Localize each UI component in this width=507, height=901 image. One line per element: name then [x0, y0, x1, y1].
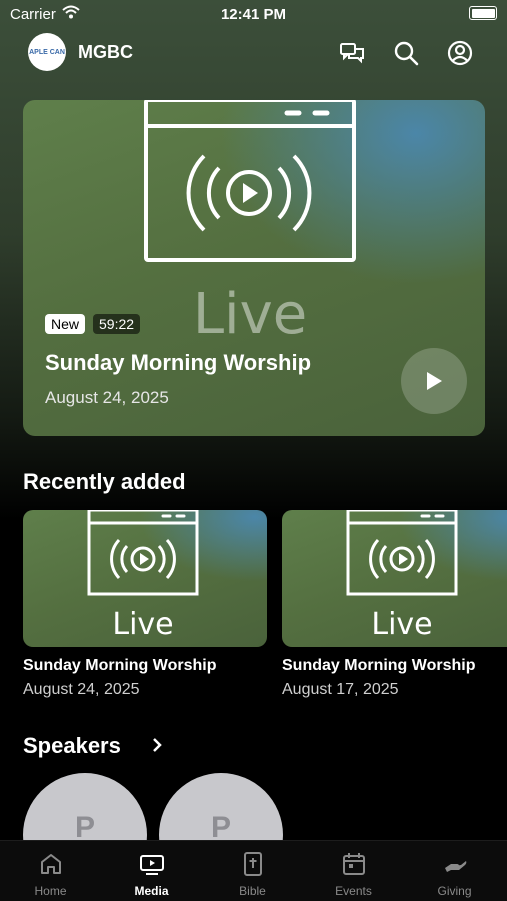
- media-date: August 17, 2025: [282, 681, 399, 698]
- tab-label: Home: [34, 884, 67, 898]
- recently-added-heading: Recently added: [23, 469, 186, 494]
- church-logo[interactable]: APLE CAN: [28, 33, 66, 71]
- media-card[interactable]: Live Sunday Morning Worship August 24, 2…: [23, 510, 267, 699]
- duration-badge: 59:22: [93, 314, 141, 334]
- tab-label: Media: [134, 884, 169, 898]
- play-icon: [427, 372, 442, 390]
- tab-bible[interactable]: Bible: [202, 841, 303, 901]
- thumbnail-live-text: Live: [193, 282, 307, 347]
- media-thumbnail: Live: [23, 510, 267, 647]
- media-date: August 24, 2025: [23, 681, 140, 698]
- media-thumbnail: Live: [282, 510, 507, 647]
- tab-label: Events: [335, 884, 372, 898]
- giving-hand-icon: [445, 861, 467, 872]
- thumbnail-live-text: Live: [112, 607, 173, 642]
- tab-home[interactable]: Home: [0, 841, 101, 901]
- tab-label: Bible: [239, 884, 266, 898]
- home-icon: [41, 854, 61, 874]
- tab-giving[interactable]: Giving: [404, 841, 505, 901]
- media-card[interactable]: Live Sunday Morning Worship August 17, 2…: [282, 510, 507, 699]
- search-icon[interactable]: [392, 39, 420, 67]
- badge-row: New 59:22: [45, 314, 141, 334]
- live-stream-thumbnail: Live: [87, 510, 199, 642]
- clock: 12:41 PM: [220, 6, 287, 23]
- bible-icon: [244, 852, 262, 876]
- tab-label: Giving: [437, 884, 472, 898]
- tab-bar: Home Media Bible Events Giving: [0, 840, 507, 901]
- tab-events[interactable]: Events: [303, 841, 404, 901]
- media-title: Sunday Morning Worship: [282, 657, 476, 674]
- play-button[interactable]: [401, 348, 467, 414]
- tv-play-icon: [140, 855, 164, 875]
- logo-text: APLE CAN: [29, 48, 65, 56]
- status-bar: Carrier 12:41 PM: [0, 0, 507, 28]
- live-stream-thumbnail: Live: [346, 510, 458, 642]
- tab-media[interactable]: Media: [101, 841, 202, 901]
- speakers-heading[interactable]: Speakers: [23, 733, 121, 759]
- chevron-right-icon[interactable]: [150, 736, 164, 754]
- battery-icon: [469, 6, 497, 20]
- featured-title: Sunday Morning Worship: [45, 350, 312, 375]
- media-title: Sunday Morning Worship: [23, 657, 217, 674]
- calendar-icon: [343, 853, 365, 875]
- featured-date: August 24, 2025: [45, 388, 169, 407]
- app-title: MGBC: [78, 42, 133, 62]
- new-badge: New: [45, 314, 86, 334]
- account-icon[interactable]: [446, 39, 474, 67]
- app-header: APLE CAN MGBC: [0, 30, 507, 76]
- chat-bubbles-icon[interactable]: [338, 39, 366, 67]
- featured-media-card[interactable]: Live New 59:22 Sunday Morning Worship Au…: [23, 100, 485, 436]
- thumbnail-live-text: Live: [371, 607, 432, 642]
